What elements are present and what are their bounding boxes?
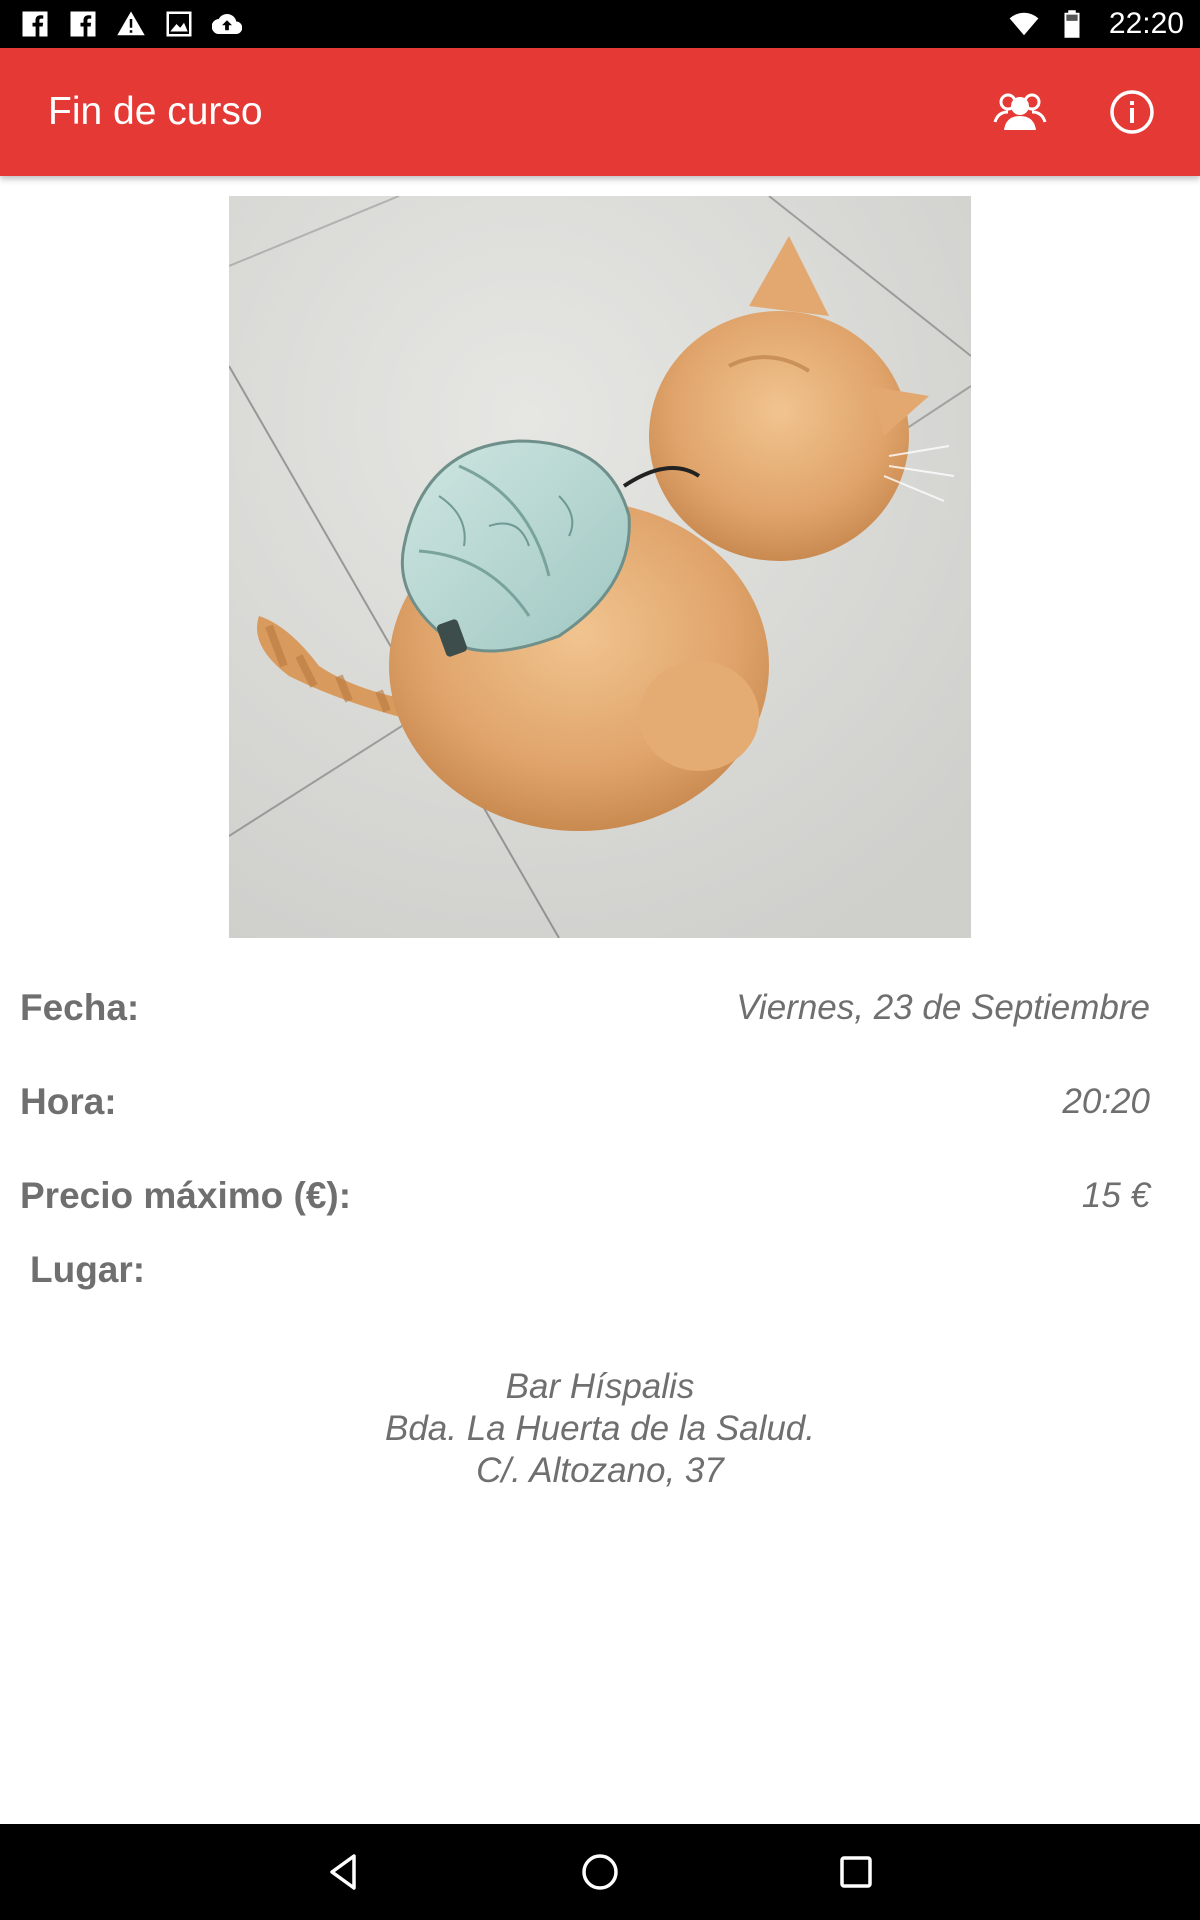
cloud-upload-icon	[212, 9, 242, 39]
price-value: 15 €	[1081, 1176, 1150, 1215]
app-bar-actions	[984, 76, 1168, 148]
place-label: Lugar:	[30, 1249, 146, 1290]
home-icon	[582, 1854, 618, 1890]
time-label: Hora:	[20, 1081, 117, 1122]
status-bar: 22:20	[0, 0, 1200, 48]
place-address: Bar Híspalis Bda. La Huerta de la Salud.…	[0, 1366, 1200, 1492]
navigation-bar	[0, 1824, 1200, 1920]
facebook-icon	[20, 9, 50, 39]
clock: 22:20	[1108, 7, 1184, 40]
notification-icons	[20, 9, 242, 39]
app-bar: Fin de curso	[0, 48, 1200, 176]
page-title: Fin de curso	[48, 90, 263, 133]
date-label: Fecha:	[20, 987, 140, 1028]
image-icon	[164, 9, 194, 39]
event-content: Fecha: Viernes, 23 de Septiembre Hora: 2…	[0, 176, 1200, 1824]
back-icon	[330, 1854, 356, 1890]
detail-row-price: Precio máximo (€): 15 €	[20, 1166, 1150, 1226]
back-button[interactable]	[314, 1842, 374, 1902]
group-icon	[993, 93, 1047, 130]
info-icon	[1110, 90, 1154, 134]
system-icons: 22:20	[1009, 7, 1184, 41]
home-button[interactable]	[570, 1842, 630, 1902]
detail-row-time: Hora: 20:20	[20, 1072, 1150, 1132]
recent-apps-button[interactable]	[826, 1842, 886, 1902]
place-district: Bda. La Huerta de la Salud.	[384, 1409, 815, 1448]
time-value: 20:20	[1062, 1082, 1150, 1121]
wifi-icon	[1009, 9, 1039, 39]
event-image	[229, 196, 971, 938]
place-name: Bar Híspalis	[505, 1367, 695, 1406]
recent-apps-icon	[840, 1856, 872, 1888]
facebook-icon	[68, 9, 98, 39]
price-label: Precio máximo (€):	[20, 1175, 352, 1216]
info-button[interactable]	[1096, 76, 1168, 148]
date-value: Viernes, 23 de Septiembre	[736, 988, 1150, 1027]
cat-with-backpack-image	[229, 196, 971, 938]
place-street: C/. Altozano, 37	[476, 1451, 724, 1490]
battery-icon	[1057, 9, 1087, 39]
warning-icon	[116, 9, 146, 39]
participants-button[interactable]	[984, 76, 1056, 148]
detail-row-date: Fecha: Viernes, 23 de Septiembre	[20, 978, 1150, 1038]
